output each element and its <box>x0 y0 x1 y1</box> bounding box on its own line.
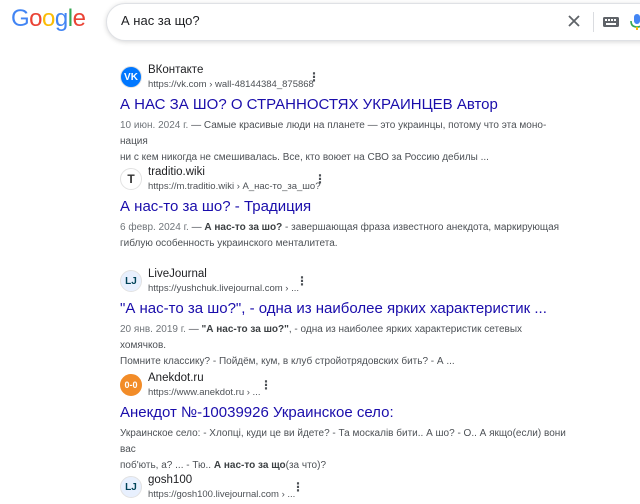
result-snippet: Украинское село: - Хлопці, куди це ви йд… <box>120 426 580 474</box>
snippet-text: - завершающая фраза известного анекдота,… <box>282 222 560 233</box>
result-date: 20 янв. 2019 г. <box>120 324 186 335</box>
search-result: LJ gosh100 https://gosh100.livejournal.c… <box>120 474 640 504</box>
logo-letter: e <box>72 5 86 32</box>
search-divider <box>593 12 594 32</box>
more-options-icon[interactable]: ⋮ <box>308 71 320 83</box>
search-result: VK ВКонтакте https://vk.com › wall-48144… <box>120 64 640 166</box>
header: Google А нас за що? <box>0 0 640 44</box>
livejournal-favicon-icon: LJ <box>120 270 142 292</box>
anekdot-favicon-icon: 0-0 <box>120 374 142 396</box>
result-date: 6 февр. 2024 г. <box>120 222 189 233</box>
keyboard-icon[interactable] <box>601 12 621 32</box>
result-snippet: 10 июн. 2024 г. — Самые красивые люди на… <box>120 118 560 166</box>
more-options-icon[interactable]: ⋮ <box>260 379 272 391</box>
site-url: https://yushchuk.livejournal.com › ... <box>148 283 300 294</box>
site-url: https://www.anekdot.ru › ... <box>148 387 261 398</box>
result-title-link[interactable]: Анекдот №-10039926 Украинское село: <box>120 404 640 421</box>
site-url: https://gosh100.livejournal.com › ... <box>148 489 296 500</box>
result-source[interactable]: LJ gosh100 https://gosh100.livejournal.c… <box>120 474 640 504</box>
result-title-link[interactable]: "А нас-то за шо?", - одна из наиболее яр… <box>120 300 640 317</box>
snippet-text: Помните классику? - Пойдём, кум, в клуб … <box>120 356 455 367</box>
more-options-icon[interactable]: ⋮ <box>292 481 304 493</box>
logo-letter: G <box>11 5 30 32</box>
result-snippet: 6 февр. 2024 г. — А нас-то за шо? - заве… <box>120 222 560 249</box>
logo-letter: g <box>54 5 68 32</box>
traditio-favicon-icon: T <box>120 168 142 190</box>
search-result: T traditio.wiki https://m.traditio.wiki … <box>120 166 640 252</box>
site-name: Anekdot.ru <box>148 372 204 384</box>
search-result: 0-0 Anekdot.ru https://www.anekdot.ru › … <box>120 372 640 474</box>
more-options-icon[interactable]: ⋮ <box>314 173 326 185</box>
site-name: gosh100 <box>148 474 193 486</box>
snippet-bold: "А нас-то за шо?" <box>201 324 289 335</box>
result-date: 10 июн. 2024 г. <box>120 120 189 131</box>
search-result: LJ LiveJournal https://yushchuk.livejour… <box>120 268 640 370</box>
result-source[interactable]: T traditio.wiki https://m.traditio.wiki … <box>120 166 640 196</box>
result-title-link[interactable]: А НАС ЗА ШО? О СТРАННОСТЯХ УКРАИНЦЕВ Авт… <box>120 96 640 113</box>
snippet-text: гиблую особенность украинского менталите… <box>120 238 338 249</box>
result-source[interactable]: 0-0 Anekdot.ru https://www.anekdot.ru › … <box>120 372 640 402</box>
result-source[interactable]: VK ВКонтакте https://vk.com › wall-48144… <box>120 64 640 94</box>
site-url: https://vk.com › wall-48144384_875868 <box>148 79 314 90</box>
livejournal-favicon-icon: LJ <box>120 476 142 498</box>
snippet-text: Украинское село: - Хлопці, куди це ви йд… <box>120 428 566 455</box>
site-name: LiveJournal <box>148 268 207 280</box>
snippet-text: поб'ють, а? ... - Тю.. <box>120 460 214 471</box>
logo-letter: o <box>29 5 43 32</box>
vk-favicon-icon: VK <box>120 66 142 88</box>
result-source[interactable]: LJ LiveJournal https://yushchuk.livejour… <box>120 268 640 298</box>
search-box[interactable]: А нас за що? <box>106 3 640 41</box>
snippet-bold: А нас-то за що <box>213 460 286 471</box>
site-name: traditio.wiki <box>148 166 205 178</box>
snippet-text: (за что)? <box>285 460 327 471</box>
site-name: ВКонтакте <box>148 64 204 76</box>
mic-icon[interactable] <box>627 12 640 32</box>
search-input[interactable]: А нас за що? <box>121 13 200 28</box>
logo-letter: o <box>42 5 55 32</box>
snippet-bold: А нас-то за шо? <box>204 222 283 233</box>
more-options-icon[interactable]: ⋮ <box>296 275 308 287</box>
site-url: https://m.traditio.wiki › А_нас-то_за_шо… <box>148 181 321 192</box>
result-snippet: 20 янв. 2019 г. — "А нас-то за шо?", - о… <box>120 324 523 367</box>
snippet-text: ни с кем никогда не смешивалась. Все, кт… <box>120 152 489 163</box>
result-title-link[interactable]: А нас-то за шо? - Традиция <box>120 198 640 215</box>
google-logo[interactable]: Google <box>11 5 86 33</box>
close-icon[interactable] <box>563 10 585 32</box>
